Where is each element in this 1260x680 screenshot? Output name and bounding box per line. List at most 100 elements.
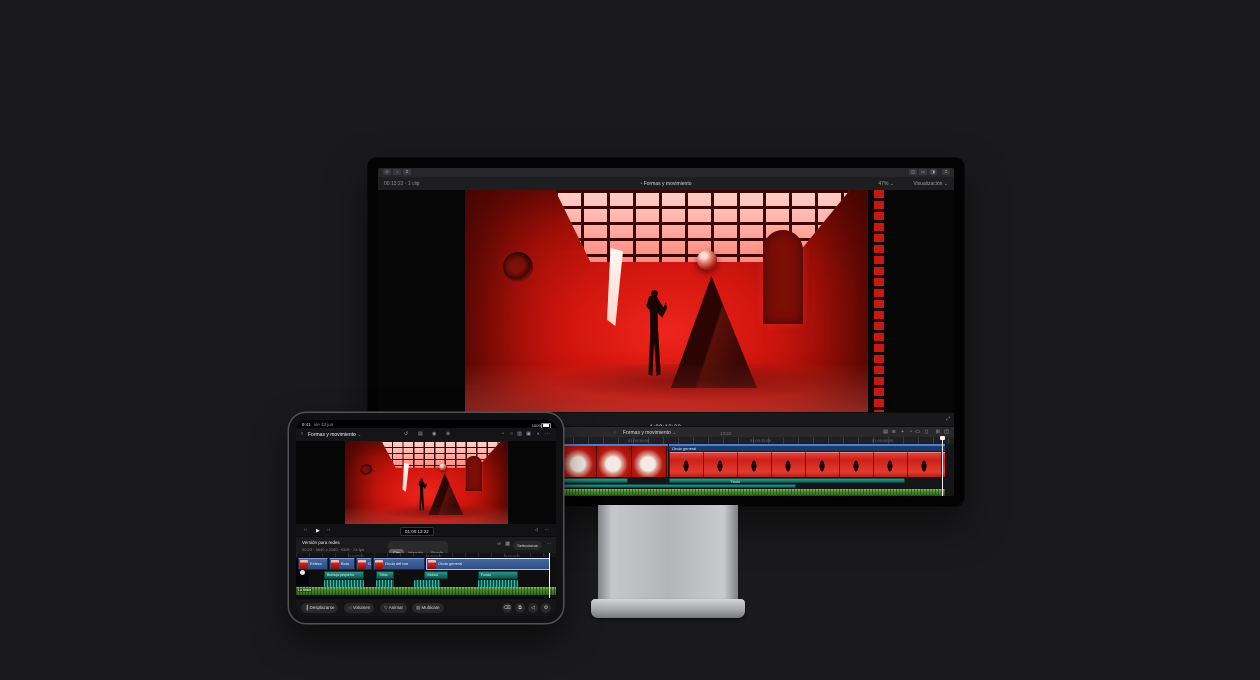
video-frame	[465, 190, 868, 412]
volume-button[interactable]: ◁ Volumen	[344, 603, 374, 613]
clip-esfera[interactable]: Esfera	[298, 558, 328, 570]
viewer-toggle-icon[interactable]: ▣	[526, 432, 531, 437]
viewer-canvas[interactable]	[378, 190, 954, 412]
clip-thumbnail	[300, 560, 308, 569]
tasks-icon[interactable]: ⊗	[446, 432, 450, 437]
music-clip[interactable]: La fiesta	[296, 587, 556, 595]
ipad-timeline[interactable]: 01:00:08:00 01:00:24:00 01:00:40:00 Esfe…	[296, 553, 556, 598]
playhead-handle[interactable]	[940, 436, 945, 440]
mic-icon[interactable]: ◉	[432, 432, 436, 437]
ipad-transport: ‹‹ ▶ ›› 01:00:13:22 ◁ ⋯	[296, 524, 556, 536]
more-icon[interactable]: ⋯	[547, 542, 552, 547]
scrub-button[interactable]: ▐ Desplazarse	[301, 603, 338, 613]
connected-clip[interactable]: Fondo	[478, 571, 518, 579]
connected-clip[interactable]: Globos	[424, 571, 448, 579]
browser-toggle-icon[interactable]: ◫	[909, 169, 917, 175]
connected-audio-waveform[interactable]	[376, 580, 394, 587]
ipad-timeline-ruler[interactable]: 01:00:08:00 01:00:24:00 01:00:40:00	[296, 553, 556, 557]
ipad-status-bar: 9:41 vie 13 jun 100%	[296, 420, 556, 428]
duplicate-icon[interactable]: ⧉	[515, 603, 525, 613]
settings-icon[interactable]: ⚙	[541, 603, 551, 613]
audio-meters-icon[interactable]: ≋	[892, 430, 896, 435]
ruler-tick: 01:00:32:00	[750, 438, 771, 443]
title-dot-icon: ●	[641, 181, 643, 185]
focus-icon[interactable]: ○	[510, 432, 513, 437]
animate-button[interactable]: ↻ Animar	[380, 603, 407, 613]
timeline-project-menu[interactable]: Formas y movimiento ⌄	[623, 430, 676, 436]
clip-onda-general-selected[interactable]: Onda general	[426, 558, 550, 570]
ipad-video-frame	[345, 441, 508, 524]
floating-sphere	[439, 463, 447, 470]
zoom-menu[interactable]: 47% ⌄	[878, 181, 894, 187]
delete-icon[interactable]: ⌫	[502, 603, 512, 613]
share-icon[interactable]: ↥	[942, 169, 950, 175]
select-button[interactable]: Seleccionar	[513, 541, 542, 550]
ruler-tick: 01:00:16:00	[628, 438, 649, 443]
browser-toggle-icon[interactable]: ▥	[517, 432, 522, 437]
back-chevron-icon[interactable]: ‹	[614, 430, 616, 436]
monitor-stand-base	[591, 599, 745, 618]
link-icon[interactable]: ∞	[497, 542, 501, 547]
inspector-toggle-icon[interactable]: ◐	[537, 432, 540, 437]
keyword-icon[interactable]: ⌗	[403, 169, 411, 175]
import-icon[interactable]: ↓	[393, 169, 401, 175]
appearance-icon[interactable]: ▭	[915, 430, 920, 435]
audio-icon[interactable]: ◁	[535, 528, 538, 533]
audio-dot-icon	[300, 570, 305, 575]
panel-title: Versión para redes	[302, 540, 340, 545]
clip-title-bar: Onda general	[669, 446, 945, 452]
connected-audio-waveform[interactable]	[324, 580, 364, 587]
clip-onda-del-bar[interactable]: Onda del bar	[373, 558, 425, 570]
floor-reflection	[345, 506, 508, 524]
play-icon[interactable]: ▶	[316, 528, 320, 534]
project-title: ● Formas y movimiento	[378, 181, 954, 187]
playhead[interactable]	[942, 437, 943, 496]
scrub-icon: ▐	[305, 605, 308, 610]
view-menu[interactable]: Visualización ⌄	[913, 181, 948, 187]
timeline-toggle-icon[interactable]: ▭	[919, 169, 927, 175]
dark-backdrop: ◎ ↓ ⌗ ◫ ▭ ◨ ↥ 00:13:22 · 1 clip ● Formas…	[0, 0, 1260, 680]
porthole-window	[503, 252, 533, 282]
clip-label: Onda general	[438, 561, 462, 566]
fullscreen-icon[interactable]: ⤢	[946, 416, 950, 422]
transitions-icon[interactable]: ⊞	[936, 430, 940, 435]
mute-icon[interactable]: ◁	[528, 603, 538, 613]
connected-clip[interactable]: Burbuja pequeña	[324, 571, 364, 579]
clip-label: Bola	[341, 561, 349, 566]
connected-clip-titulo[interactable]: Título	[669, 478, 905, 483]
inspector-toggle-icon[interactable]: ◨	[929, 169, 937, 175]
effects-icon[interactable]: ▯	[925, 430, 928, 435]
clip-giro[interactable]: Giro	[356, 558, 372, 570]
multicam-button[interactable]: ▦ Multicam	[412, 603, 444, 613]
more-icon[interactable]: ⋯	[545, 528, 550, 533]
ipad-viewer[interactable]	[296, 441, 556, 524]
libraries-icon[interactable]: ◎	[383, 169, 391, 175]
video-clip-onda-general[interactable]: Onda general	[669, 444, 945, 477]
back-chevron-icon[interactable]: ‹	[301, 431, 303, 437]
connected-audio-waveform[interactable]	[414, 580, 440, 587]
connected-audio-waveform[interactable]	[478, 580, 518, 587]
ipad-toolbar: ‹ Formas y movimiento ⌄ ↺ ▤ ◉ ⊗ ◔ ○ ▥ ▣ …	[296, 428, 556, 441]
overlay-icon[interactable]: ▦	[505, 542, 510, 547]
clip-label: Onda general	[672, 446, 696, 451]
panel-meta: 00:23 · 3840 x 2160 · SDR · 24 fps	[302, 547, 364, 552]
render-status-icon[interactable]: ◔	[501, 432, 504, 437]
media-browser-icon[interactable]: ▤	[418, 432, 423, 437]
index-icon[interactable]: ▤	[883, 430, 888, 435]
clip-bola[interactable]: Bola	[329, 558, 355, 570]
ruler-tick: 01:00:48:00	[872, 438, 893, 443]
ipad-bottom-toolbar: ▐ Desplazarse ◁ Volumen ↻ Animar ▦ Multi…	[296, 598, 556, 616]
more-icon[interactable]: ⋯	[545, 432, 550, 437]
connected-clip[interactable]: Título	[376, 571, 394, 579]
ruler-tick: 01:00:08:00	[348, 554, 364, 558]
next-icon[interactable]: ››	[327, 528, 330, 533]
ipad-playhead[interactable]	[549, 553, 550, 598]
trim-icon[interactable]: ◔	[909, 430, 912, 435]
snapping-icon[interactable]: ◫	[944, 430, 949, 435]
add-tool-icon[interactable]: +	[901, 430, 904, 435]
previous-icon[interactable]: ‹‹	[304, 528, 307, 533]
ipad-timecode[interactable]: 01:00:13:22	[400, 527, 434, 536]
clip-thumbnail	[358, 560, 366, 569]
ipad-project-menu[interactable]: Formas y movimiento ⌄	[308, 432, 361, 438]
undo-icon[interactable]: ↺	[404, 432, 408, 437]
